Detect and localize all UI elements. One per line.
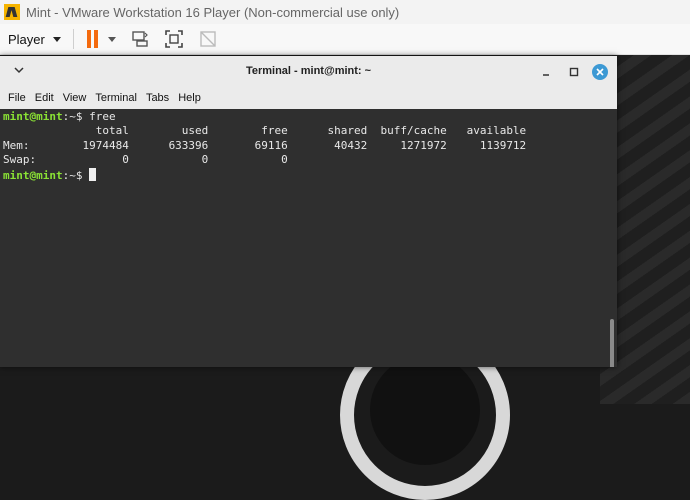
maximize-button[interactable] bbox=[566, 64, 582, 80]
player-menu-button[interactable]: Player bbox=[8, 32, 61, 47]
fullscreen-icon[interactable] bbox=[164, 29, 184, 49]
command-text: free bbox=[89, 110, 116, 123]
pause-icon[interactable] bbox=[86, 30, 100, 48]
menu-terminal[interactable]: Terminal bbox=[95, 92, 137, 104]
menu-view[interactable]: View bbox=[63, 92, 87, 104]
vmware-logo-icon bbox=[4, 4, 20, 20]
pause-dropdown-icon[interactable] bbox=[107, 36, 116, 42]
menu-edit[interactable]: Edit bbox=[35, 92, 54, 104]
scrollbar[interactable] bbox=[610, 319, 614, 367]
menu-tabs[interactable]: Tabs bbox=[146, 92, 169, 104]
terminal-titlebar[interactable]: Terminal - mint@mint: ~ bbox=[0, 56, 617, 87]
player-menu-label: Player bbox=[8, 31, 45, 47]
terminal-window[interactable]: Terminal - mint@mint: ~ File Edit View T… bbox=[0, 56, 617, 367]
terminal-menubar: File Edit View Terminal Tabs Help bbox=[0, 87, 617, 110]
window-title: Mint - VMware Workstation 16 Player (Non… bbox=[26, 4, 400, 20]
close-icon bbox=[596, 68, 604, 76]
terminal-title: Terminal - mint@mint: ~ bbox=[245, 65, 372, 77]
output-swap: Swap: 0 0 0 bbox=[3, 153, 288, 167]
prompt-suffix: :~$ bbox=[62, 168, 90, 182]
prompt-user: mint@mint bbox=[3, 110, 63, 123]
output-mem: Mem: 1974484 633396 69116 40432 1271972 … bbox=[3, 138, 527, 152]
text-cursor bbox=[89, 167, 97, 181]
vmware-toolbar: Player bbox=[0, 24, 690, 55]
output-header: total used free shared buff/cache availa… bbox=[3, 124, 527, 138]
menu-file[interactable]: File bbox=[8, 92, 26, 104]
close-button[interactable] bbox=[592, 64, 608, 80]
maximize-icon bbox=[569, 67, 579, 77]
toolbar-divider bbox=[72, 29, 74, 49]
terminal-output[interactable]: mint@mint:~$ free total used free shared… bbox=[0, 109, 617, 367]
prompt-user: mint@mint bbox=[3, 168, 63, 182]
desktop-logo-center bbox=[370, 355, 480, 465]
menu-help[interactable]: Help bbox=[178, 92, 201, 104]
minimize-icon bbox=[543, 74, 549, 76]
vmware-titlebar: Mint - VMware Workstation 16 Player (Non… bbox=[0, 0, 690, 24]
prompt-suffix: :~$ bbox=[62, 110, 90, 123]
minimize-button[interactable] bbox=[538, 64, 554, 80]
unity-mode-icon[interactable] bbox=[198, 29, 218, 49]
send-ctrl-alt-del-icon[interactable] bbox=[130, 29, 150, 49]
chevron-down-icon bbox=[52, 36, 61, 42]
